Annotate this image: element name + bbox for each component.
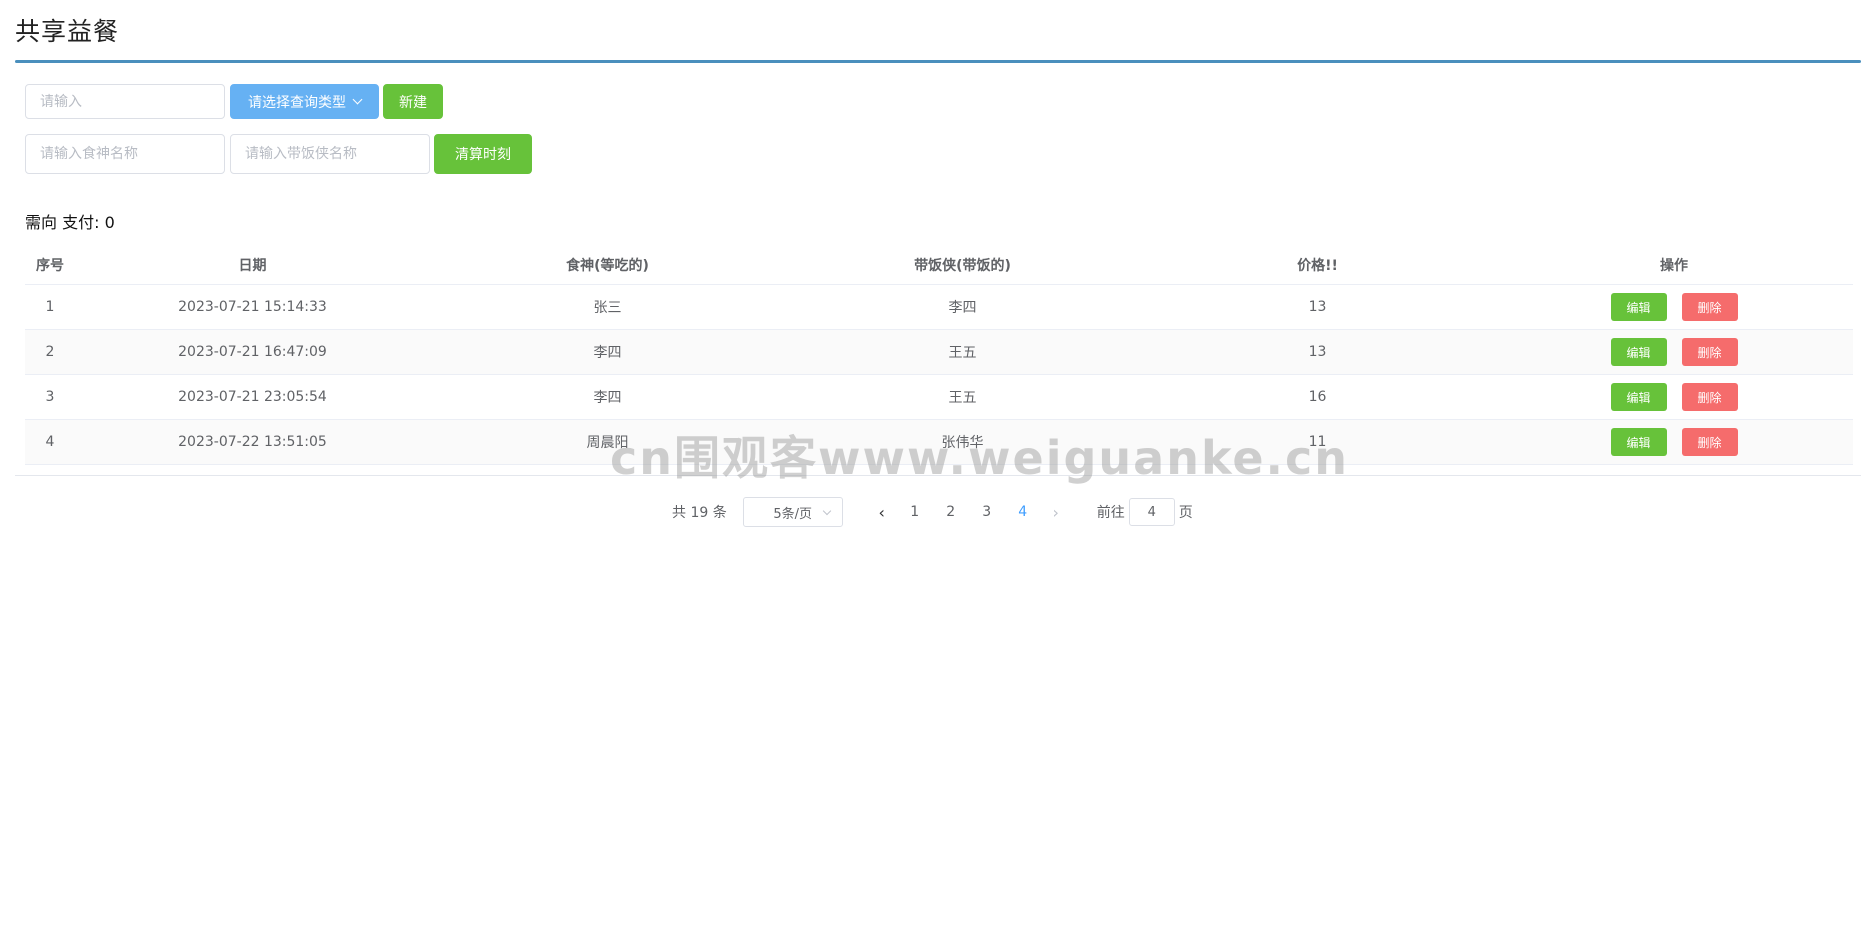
edit-button[interactable]: 编辑 (1610, 428, 1667, 456)
row-actions: 编辑 删除 (1495, 428, 1853, 456)
records-table: 序号 日期 食神(等吃的) 带饭侠(带饭的) 价格!! 操作 1 2023-07… (25, 246, 1853, 465)
delete-button[interactable]: 删除 (1681, 428, 1738, 456)
row-date: 2023-07-22 13:51:05 (178, 434, 327, 450)
header-price: 价格!! (1297, 258, 1338, 274)
title-divider (15, 60, 1861, 63)
payment-summary: 需向 支付: 0 (25, 213, 115, 232)
row-index: 2 (45, 344, 55, 360)
row-eater: 周晨阳 (586, 435, 629, 451)
table-row: 4 2023-07-22 13:51:05 周晨阳 张伟华 11 编辑 删除 (25, 420, 1853, 465)
table-header: 序号 日期 食神(等吃的) 带饭侠(带饭的) 价格!! 操作 (25, 246, 1853, 285)
row-eater: 张三 (593, 300, 622, 316)
row-price: 16 (1308, 389, 1327, 405)
table-row: 1 2023-07-21 15:14:33 张三 李四 13 编辑 删除 (25, 285, 1853, 330)
row-eater: 李四 (593, 345, 622, 361)
table-row: 2 2023-07-21 16:47:09 李四 王五 13 编辑 删除 (25, 330, 1853, 375)
page-2[interactable]: 2 (933, 504, 969, 520)
eater-name-input[interactable] (25, 134, 225, 174)
header-eater: 食神(等吃的) (566, 258, 649, 274)
jump-suffix: 页 (1178, 505, 1193, 521)
page-1[interactable]: 1 (897, 504, 933, 520)
row-carrier: 王五 (948, 345, 977, 361)
settle-button[interactable]: 清算时刻 (434, 134, 532, 174)
prev-page-icon[interactable]: ‹ (867, 503, 897, 522)
row-date: 2023-07-21 23:05:54 (178, 389, 327, 405)
pagination-total: 共 19 条 (672, 505, 727, 521)
chevron-down-icon (822, 506, 831, 516)
header-actions: 操作 (1660, 258, 1688, 274)
row-index: 1 (45, 299, 55, 315)
new-button[interactable]: 新建 (383, 84, 443, 119)
row-carrier: 王五 (948, 390, 977, 406)
delete-button[interactable]: 删除 (1681, 338, 1738, 366)
row-date: 2023-07-21 16:47:09 (178, 344, 327, 360)
edit-button[interactable]: 编辑 (1610, 293, 1667, 321)
header-carrier: 带饭侠(带饭的) (914, 258, 1011, 274)
row-price: 13 (1308, 299, 1327, 315)
query-type-dropdown[interactable]: 请选择查询类型 (230, 84, 379, 119)
edit-button[interactable]: 编辑 (1610, 338, 1667, 366)
pagination: 共 19 条 5条/页 ‹ 1 2 3 4 › 前往 页 (672, 497, 1193, 527)
chevron-down-icon (352, 94, 363, 105)
row-price: 11 (1308, 434, 1327, 450)
query-type-label: 请选择查询类型 (248, 94, 346, 111)
row-index: 4 (45, 434, 55, 450)
next-page-icon[interactable]: › (1041, 503, 1071, 522)
row-actions: 编辑 删除 (1495, 383, 1853, 411)
row-index: 3 (45, 389, 55, 405)
page-jump-input[interactable] (1128, 498, 1175, 526)
edit-button[interactable]: 编辑 (1610, 383, 1667, 411)
header-index: 序号 (36, 258, 64, 274)
jump-prefix: 前往 (1096, 505, 1125, 521)
page-3[interactable]: 3 (969, 504, 1005, 520)
header-date: 日期 (238, 258, 267, 274)
row-eater: 李四 (593, 390, 622, 406)
row-price: 13 (1308, 344, 1327, 360)
delete-button[interactable]: 删除 (1681, 293, 1738, 321)
page-size-value: 5条/页 (773, 506, 813, 522)
table-bottom-divider (15, 475, 1861, 476)
row-date: 2023-07-21 15:14:33 (178, 299, 327, 315)
page-title: 共享益餐 (15, 17, 120, 46)
page-4[interactable]: 4 (1005, 504, 1041, 520)
page-size-select[interactable]: 5条/页 (742, 497, 843, 527)
search-input[interactable] (25, 84, 225, 119)
row-carrier: 李四 (948, 300, 977, 316)
row-actions: 编辑 删除 (1495, 338, 1853, 366)
table-row: 3 2023-07-21 23:05:54 李四 王五 16 编辑 删除 (25, 375, 1853, 420)
delete-button[interactable]: 删除 (1681, 383, 1738, 411)
row-actions: 编辑 删除 (1495, 293, 1853, 321)
row-carrier: 张伟华 (941, 435, 984, 451)
carrier-name-input[interactable] (230, 134, 430, 174)
